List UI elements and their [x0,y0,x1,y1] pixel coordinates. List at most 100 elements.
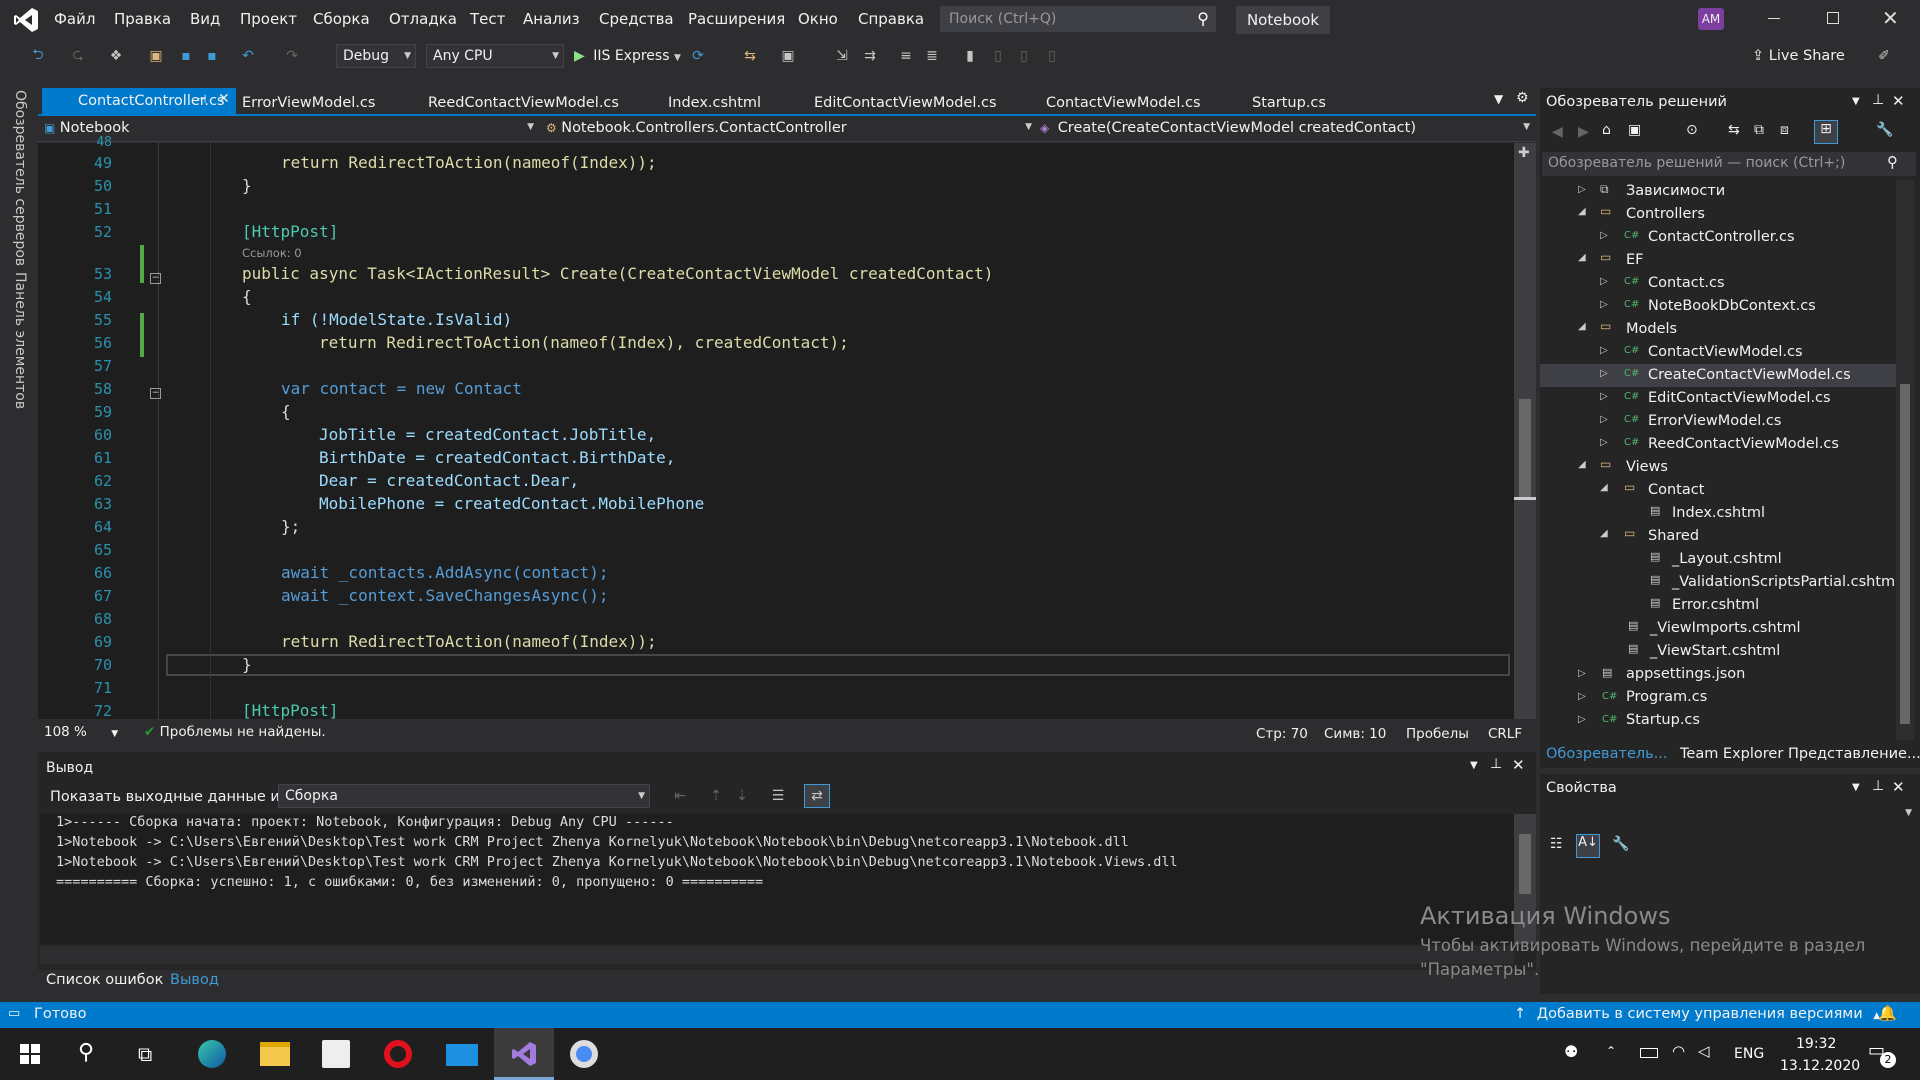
platform-dropdown[interactable]: Any CPU ▼ [426,44,564,68]
opera-icon[interactable] [384,1040,412,1068]
scroll-thumb[interactable] [1519,399,1531,499]
outdent-icon[interactable]: ≣ [922,46,942,66]
se-tab-class-view[interactable]: Представление... [1788,746,1920,762]
new-project-icon[interactable]: ❖ [106,46,126,66]
step-over-icon[interactable]: ⇉ [860,46,880,66]
tree-item-program[interactable]: Program.cs [1626,686,1707,708]
save-icon[interactable]: ▪ [176,46,196,66]
expand-arrow-icon[interactable]: ▷ [1600,391,1608,402]
expand-arrow-icon[interactable]: ▷ [1578,691,1586,702]
tree-item-startup[interactable]: Startup.cs [1626,709,1700,731]
expand-arrow-icon[interactable]: ▷ [1600,276,1608,287]
nav-member-dropdown[interactable]: ◈ Create(CreateContactViewModel createdC… [1040,120,1530,140]
step-into-icon[interactable]: ⇲ [832,46,852,66]
tree-item-views[interactable]: Views [1626,456,1668,478]
expand-arrow-icon[interactable]: ▷ [1578,668,1586,679]
find-message-icon[interactable]: ⇤ [670,786,690,806]
save-all-icon[interactable]: ▪ [202,46,222,66]
expand-arrow-icon[interactable]: ▷ [1600,414,1608,425]
tree-item-ef[interactable]: EF [1626,249,1644,271]
feedback-icon[interactable]: ✐ [1874,46,1894,66]
browser-link-icon[interactable]: ⇆ [740,46,760,66]
redo-icon[interactable]: ↷ [282,46,302,66]
tab-contactcontroller[interactable]: ContactController.cs ⊣ ✕ [42,88,236,115]
properties-object-dropdown[interactable]: ▼ [1544,804,1916,826]
live-share-button[interactable]: ⇪ Live Share [1752,48,1845,64]
collapse-all-icon[interactable]: ⧉ [1754,122,1764,138]
pin-icon[interactable]: ⊥ [1872,778,1884,794]
config-dropdown[interactable]: Debug ▼ [336,44,416,68]
chrome-icon[interactable] [570,1040,598,1068]
preview-icon[interactable]: ⊞ [1814,120,1838,144]
tree-item-controllers[interactable]: Controllers [1626,203,1705,225]
panel-dropdown-icon[interactable]: ▼ [1852,96,1860,107]
taskbar-vs-active[interactable] [494,1028,554,1080]
source-control-button[interactable]: ↑ Добавить в систему управления версиями… [1514,1006,1880,1022]
scroll-thumb[interactable] [1519,834,1531,894]
minimize-icon[interactable] [1768,18,1780,19]
tree-item-notebookdbcontext[interactable]: NoteBookDbContext.cs [1648,295,1816,317]
next-bookmark-icon[interactable]: ▯ [1014,46,1034,66]
file-explorer-icon[interactable] [260,1042,290,1066]
tree-item-models[interactable]: Models [1626,318,1677,340]
properties-wrench-icon[interactable]: 🔧 [1876,122,1893,138]
screenshot-icon[interactable]: ▣ [778,46,798,66]
menu-build[interactable]: Сборка [313,10,370,28]
sync-icon[interactable]: ⇆ [1728,122,1740,138]
tree-item-reedcontactviewmodel[interactable]: ReedContactViewModel.cs [1648,433,1839,455]
menu-file[interactable]: Файл [54,10,95,28]
scroll-thumb[interactable] [1900,384,1910,724]
close-panel-icon[interactable]: ✕ [1512,756,1525,774]
indent-icon[interactable]: ≡ [896,46,916,66]
store-icon[interactable] [322,1040,350,1068]
close-window-icon[interactable]: ✕ [1882,6,1899,30]
pin-icon[interactable]: ⊥ [1872,92,1884,108]
line-ending[interactable]: CRLF [1488,726,1522,742]
nav-class-dropdown[interactable]: ⚙ Notebook.Controllers.ContactController… [546,120,1032,140]
open-icon[interactable]: ▣ [146,46,166,66]
tree-item-layout[interactable]: _Layout.cshtml [1672,548,1782,570]
menu-view[interactable]: Вид [190,10,220,28]
menu-edit[interactable]: Правка [114,10,171,28]
undo-icon[interactable]: ↶ [238,46,258,66]
tab-reedcontactviewmodel[interactable]: ReedContactViewModel.cs [428,92,619,116]
tree-item-editcontactviewmodel[interactable]: EditContactViewModel.cs [1648,387,1831,409]
collapse-arrow-icon[interactable]: ◢ [1578,252,1586,263]
menu-help[interactable]: Справка [858,10,924,28]
editor-vertical-scrollbar[interactable]: ✚ [1514,143,1536,719]
alphabetical-icon[interactable]: A↓ [1576,834,1600,858]
menu-window[interactable]: Окно [798,10,838,28]
clock-time[interactable]: 19:32 [1796,1036,1836,1052]
expand-arrow-icon[interactable]: ▷ [1600,299,1608,310]
tree-item-validation-scripts[interactable]: _ValidationScriptsPartial.cshtml [1672,571,1899,593]
tree-item-errorviewmodel[interactable]: ErrorViewModel.cs [1648,410,1781,432]
se-scrollbar[interactable] [1896,180,1914,740]
close-panel-icon[interactable]: ✕ [1892,92,1905,110]
close-panel-icon[interactable]: ✕ [1892,778,1905,796]
maximize-icon[interactable] [1827,12,1839,24]
tray-chevron-up-icon[interactable]: ⌃ [1606,1044,1616,1058]
tree-item-contact-cs[interactable]: Contact.cs [1648,272,1725,294]
battery-icon[interactable] [1640,1048,1658,1058]
menu-tools[interactable]: Средства [599,10,674,28]
language-indicator[interactable]: ENG [1734,1046,1764,1062]
expand-arrow-icon[interactable]: ▷ [1600,230,1608,241]
clear-bookmarks-icon[interactable]: ▯ [1042,46,1062,66]
tab-editcontactviewmodel[interactable]: EditContactViewModel.cs [814,92,997,116]
tree-item-error-cshtml[interactable]: Error.cshtml [1672,594,1759,616]
expand-arrow-icon[interactable]: ▷ [1600,437,1608,448]
task-view-icon[interactable]: ⧉ [138,1042,152,1066]
expand-arrow-icon[interactable]: ▷ [1600,368,1608,379]
tree-item-index-cshtml[interactable]: Index.cshtml [1672,502,1765,524]
clear-all-icon[interactable]: ☰ [768,786,788,806]
se-search-box[interactable]: Обозреватель решений — поиск (Ctrl+;) ⚲ [1542,152,1916,176]
tab-overflow-icon[interactable]: ▼ [1494,92,1503,106]
windows-start-icon[interactable] [20,1044,40,1064]
menu-analyze[interactable]: Анализ [523,10,580,28]
tree-item-createcontactviewmodel[interactable]: CreateContactViewModel.cs [1648,364,1851,386]
expand-arrow-icon[interactable]: ▷ [1600,345,1608,356]
tree-item-dependencies[interactable]: Зависимости [1626,180,1725,202]
nav-project-dropdown[interactable]: ▣ Notebook ▼ [44,120,534,140]
expand-arrow-icon[interactable]: ▷ [1578,184,1586,195]
output-hscrollbar[interactable] [40,946,1514,964]
